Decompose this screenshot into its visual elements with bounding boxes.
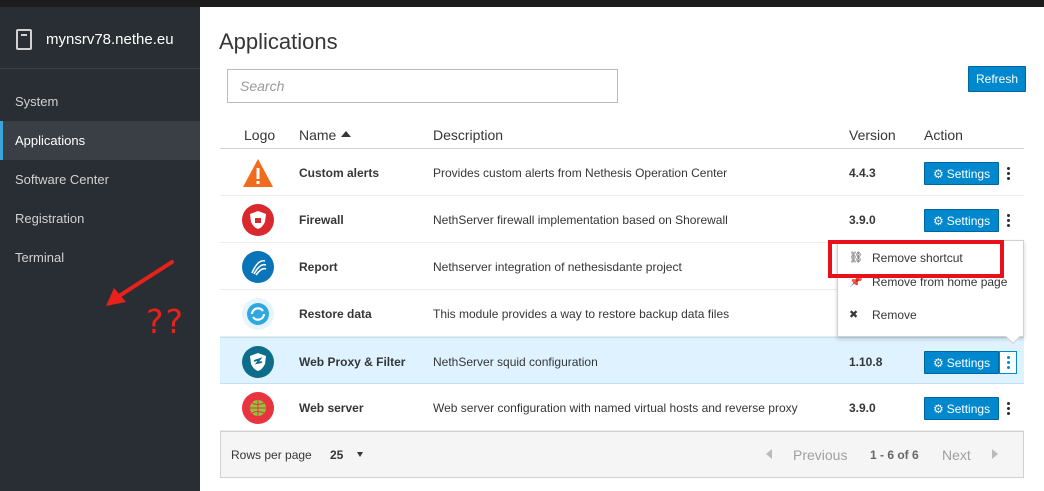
app-description: NethServer squid configuration <box>433 355 598 369</box>
rows-per-page-select[interactable]: 25 <box>330 448 343 462</box>
sidebar-item-applications[interactable]: Applications <box>0 121 200 160</box>
hostname: mynsrv78.nethe.eu <box>46 31 174 48</box>
table-row[interactable]: Custom alerts Provides custom alerts fro… <box>220 149 1024 196</box>
kebab-menu-button-open[interactable] <box>999 351 1017 374</box>
app-description: Provides custom alerts from Nethesis Ope… <box>433 166 728 180</box>
kebab-menu-button[interactable] <box>999 162 1017 185</box>
settings-label: Settings <box>946 355 991 370</box>
refresh-button[interactable]: Refresh <box>968 66 1026 92</box>
web-globe-icon <box>242 392 274 424</box>
chevron-down-icon[interactable] <box>357 452 363 457</box>
rows-per-page-label: Rows per page <box>231 448 312 462</box>
firewall-shield-icon <box>242 204 274 236</box>
app-description: NethServer firewall implementation based… <box>433 213 728 227</box>
page-count: 1 - 6 of 6 <box>870 448 919 462</box>
app-description: Nethserver integration of nethesisdante … <box>433 260 682 274</box>
column-name-sort[interactable]: Name <box>299 127 352 143</box>
app-version: 1.10.8 <box>849 355 883 369</box>
settings-button[interactable]: ⚙ Settings <box>924 209 999 232</box>
app-name: Restore data <box>299 307 372 321</box>
search-input[interactable] <box>227 69 618 103</box>
settings-label: Settings <box>946 401 991 416</box>
top-bar <box>0 0 1044 7</box>
gears-icon: ⚙ <box>932 166 944 181</box>
chevron-right-icon[interactable] <box>992 449 998 459</box>
app-version: 3.9.0 <box>849 213 876 227</box>
brand: mynsrv78.nethe.eu <box>0 7 200 69</box>
sidebar-item-software-center[interactable]: Software Center <box>0 160 200 199</box>
gears-icon: ⚙ <box>932 355 944 370</box>
menu-item-label: Remove <box>872 308 917 322</box>
app-description: Web server configuration with named virt… <box>433 401 798 415</box>
restore-arrows-icon <box>242 298 274 330</box>
column-action: Action <box>924 127 963 143</box>
gears-icon: ⚙ <box>932 401 944 416</box>
app-name: Custom alerts <box>299 166 380 180</box>
table-row-selected[interactable]: Web Proxy & Filter NethServer squid conf… <box>220 337 1024 384</box>
close-icon: ✖ <box>849 309 859 321</box>
gears-icon: ⚙ <box>932 213 944 228</box>
kebab-icon <box>1006 407 1010 410</box>
sidebar-nav: System Applications Software Center Regi… <box>0 82 200 277</box>
settings-label: Settings <box>946 166 991 181</box>
sidebar-item-system[interactable]: System <box>0 82 200 121</box>
app-version: 4.4.3 <box>849 166 876 180</box>
column-name-label: Name <box>299 127 337 143</box>
app-description: This module provides a way to restore ba… <box>433 307 730 321</box>
report-swirl-icon <box>242 251 274 283</box>
warning-triangle-icon <box>242 157 274 189</box>
column-description: Description <box>433 127 504 143</box>
settings-button[interactable]: ⚙ Settings <box>924 397 999 420</box>
sidebar-item-registration[interactable]: Registration <box>0 199 200 238</box>
table-row[interactable]: Firewall NethServer firewall implementat… <box>220 196 1024 243</box>
column-logo: Logo <box>244 127 276 143</box>
menu-item-remove[interactable]: ✖ Remove <box>838 304 1023 326</box>
next-page-button[interactable]: Next <box>942 447 971 463</box>
app-version: 3.9.0 <box>849 401 876 415</box>
kebab-icon <box>1006 361 1010 364</box>
app-name: Web Proxy & Filter <box>299 355 406 369</box>
table-header: Logo Name Description Version Action <box>220 115 1024 149</box>
table-pager: Rows per page 25 Previous 1 - 6 of 6 Nex… <box>220 431 1024 478</box>
sort-asc-icon <box>341 131 352 137</box>
sidebar: mynsrv78.nethe.eu System Applications So… <box>0 7 200 491</box>
kebab-icon <box>1006 219 1010 222</box>
chevron-left-icon[interactable] <box>766 449 772 459</box>
page-title: Applications <box>219 29 338 54</box>
proxy-shield-icon <box>242 346 274 378</box>
annotation-question-marks: ?? <box>146 302 186 341</box>
previous-page-button[interactable]: Previous <box>793 447 847 463</box>
settings-button[interactable]: ⚙ Settings <box>924 351 999 374</box>
settings-button[interactable]: ⚙ Settings <box>924 162 999 185</box>
server-icon <box>16 29 32 50</box>
app-name: Report <box>299 260 338 274</box>
settings-label: Settings <box>946 213 991 228</box>
table-row[interactable]: Web server Web server configuration with… <box>220 384 1024 431</box>
kebab-menu-button[interactable] <box>999 397 1017 420</box>
app-name: Firewall <box>299 213 344 227</box>
kebab-icon <box>1006 172 1010 175</box>
kebab-menu-button[interactable] <box>999 209 1017 232</box>
annotation-highlight-box <box>828 240 1004 278</box>
main-content: Applications Refresh Logo Name Descripti… <box>200 7 1044 491</box>
app-name: Web server <box>299 401 364 415</box>
column-version: Version <box>849 127 896 143</box>
